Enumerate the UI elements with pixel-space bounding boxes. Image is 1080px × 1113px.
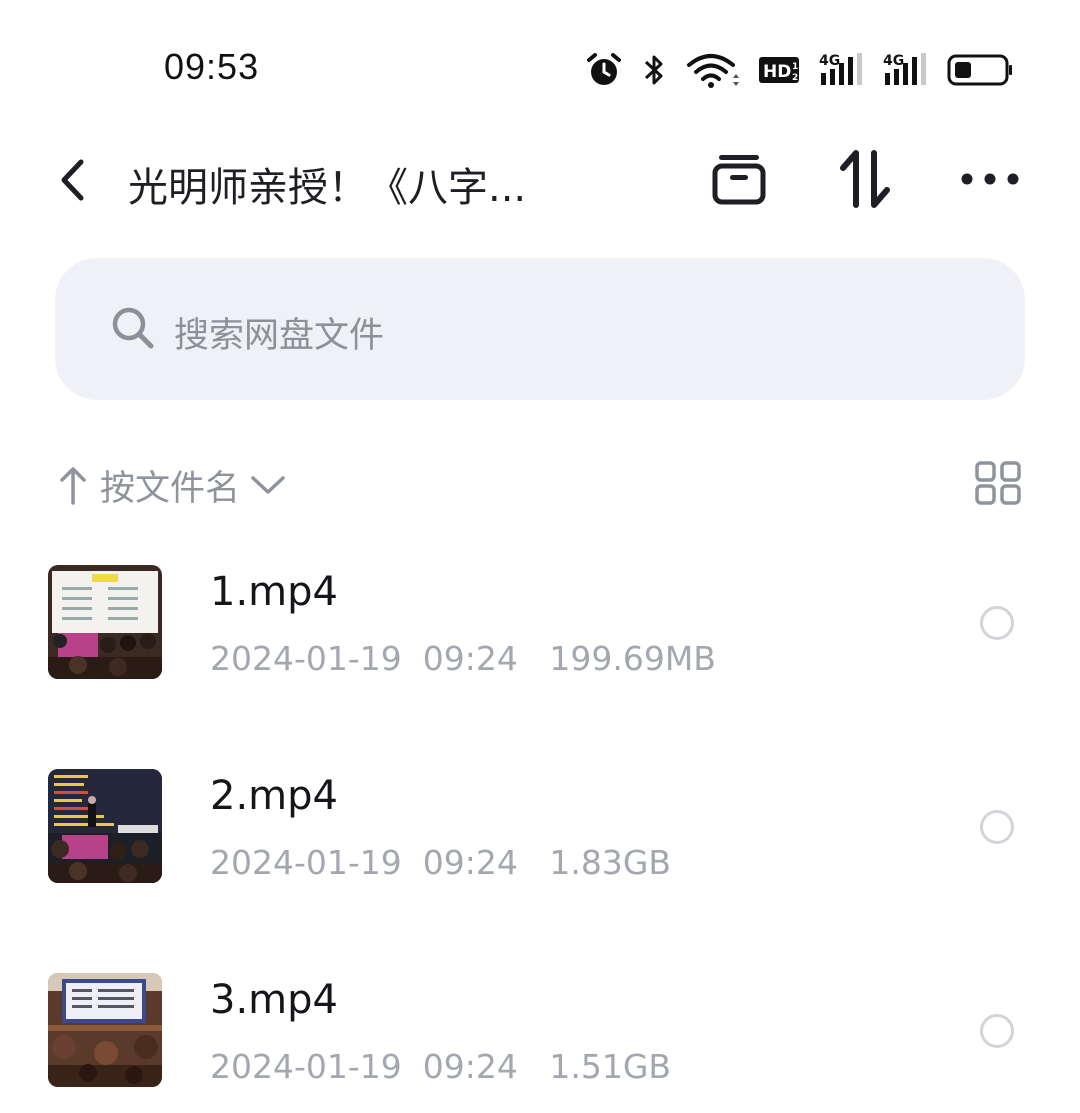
- signal-4g-icon: 4G: [819, 51, 865, 89]
- sort-label: 按文件名: [100, 468, 241, 509]
- file-meta: 2024-01-19 09:24 199.69MB: [210, 639, 716, 678]
- file-name: 1.mp4: [210, 569, 338, 615]
- archive-icon: [712, 155, 766, 205]
- file-row[interactable]: 1.mp4 2024-01-19 09:24 199.69MB: [0, 565, 1080, 705]
- file-row[interactable]: 2.mp4 2024-01-19 09:24 1.83GB: [0, 769, 1080, 909]
- file-name: 3.mp4: [210, 977, 338, 1023]
- status-icons: HD 1 2 4G 4G: [585, 48, 1013, 92]
- svg-text:2: 2: [792, 73, 798, 83]
- select-checkbox[interactable]: [980, 1014, 1014, 1048]
- chevron-left-icon: [61, 159, 84, 201]
- svg-text:HD: HD: [763, 62, 791, 82]
- transfer-button[interactable]: [832, 146, 898, 212]
- video-thumbnail: [48, 565, 162, 679]
- file-name: 2.mp4: [210, 773, 338, 819]
- select-checkbox[interactable]: [980, 810, 1014, 844]
- file-row[interactable]: 3.mp4 2024-01-19 09:24 1.51GB: [0, 973, 1080, 1113]
- chevron-down-icon: [251, 476, 285, 494]
- file-meta: 2024-01-19 09:24 1.83GB: [210, 843, 672, 882]
- wifi-icon: [685, 51, 741, 89]
- hd-icon: HD 1 2: [759, 55, 801, 85]
- signal-4g-icon: 4G: [883, 51, 929, 89]
- grid-view-icon: [975, 461, 1021, 505]
- page-title: 光明师亲授！《八字...: [128, 165, 527, 211]
- archive-button[interactable]: [706, 146, 772, 212]
- status-time: 09:53: [164, 46, 260, 87]
- arrow-up-icon: [60, 467, 86, 505]
- svg-text:4G: 4G: [819, 53, 840, 69]
- transfer-icon: [840, 150, 890, 208]
- more-button[interactable]: [957, 146, 1023, 212]
- svg-text:4G: 4G: [883, 53, 904, 69]
- video-thumbnail: [48, 973, 162, 1087]
- alarm-icon: [585, 51, 623, 89]
- video-thumbnail: [48, 769, 162, 883]
- search-icon: [110, 305, 156, 351]
- file-meta: 2024-01-19 09:24 1.51GB: [210, 1047, 672, 1086]
- back-button[interactable]: [46, 150, 98, 210]
- svg-text:1: 1: [792, 62, 798, 72]
- grid-view-button[interactable]: [974, 460, 1024, 506]
- search-placeholder: 搜索网盘文件: [174, 316, 385, 356]
- sort-control[interactable]: 按文件名: [58, 460, 286, 510]
- bluetooth-icon: [641, 51, 667, 89]
- battery-icon: [947, 53, 1013, 87]
- more-icon: [961, 173, 1019, 185]
- select-checkbox[interactable]: [980, 606, 1014, 640]
